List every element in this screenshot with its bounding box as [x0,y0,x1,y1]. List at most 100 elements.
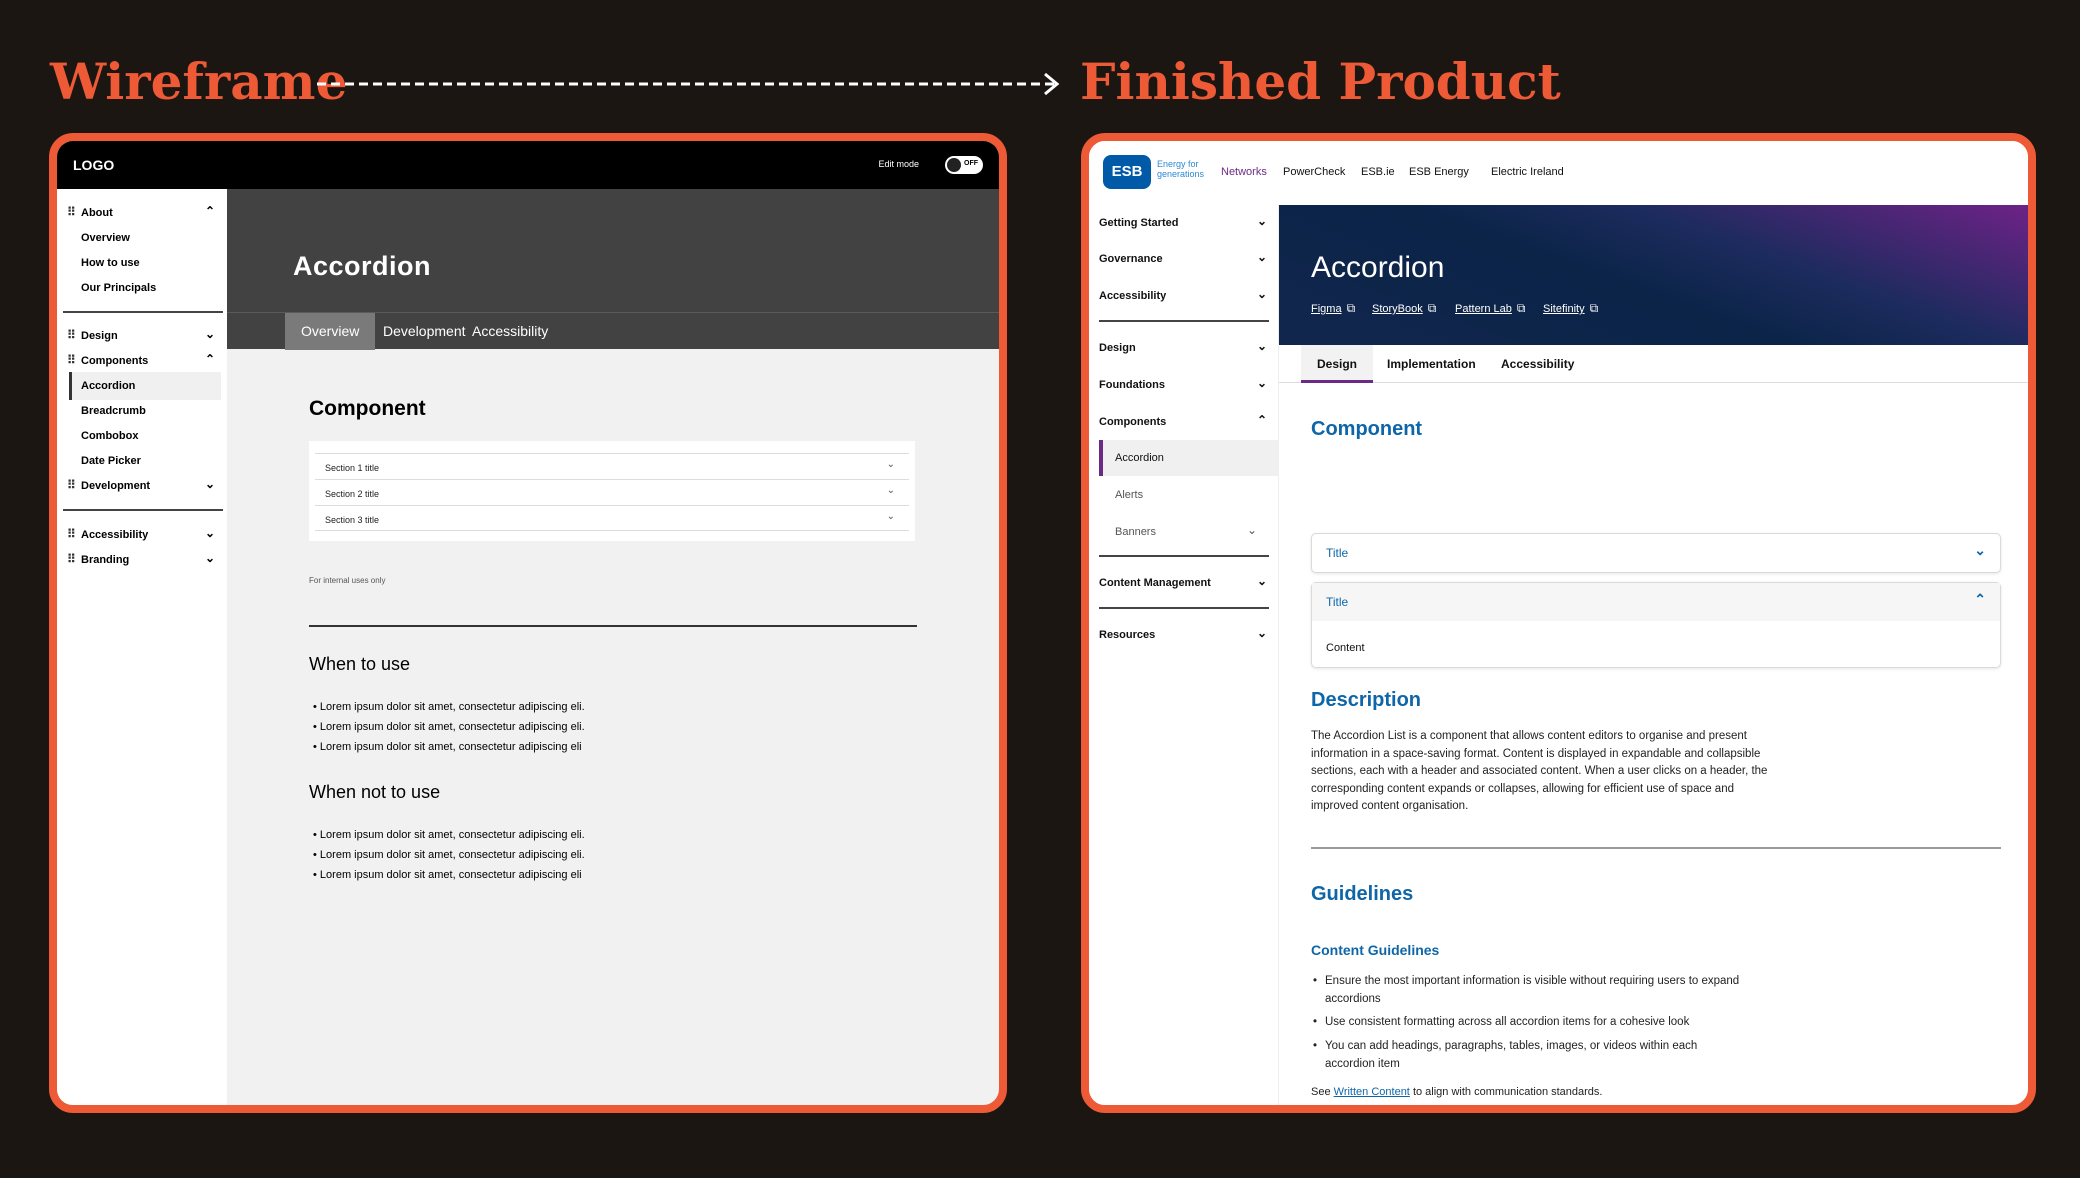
nav-networks[interactable]: Networks [1221,166,1267,178]
chevron-down-icon: ⌄ [204,551,215,565]
chevron-down-icon: ⌄ [1246,523,1257,537]
accordion-header[interactable]: Title ⌃ [1312,583,2000,621]
when-to-use-heading: When to use [309,654,411,674]
drag-handle-icon[interactable]: ⠿ [67,527,76,541]
sidebar-item-alerts[interactable]: Alerts [1089,477,1279,513]
drag-handle-icon[interactable]: ⠿ [67,478,76,492]
list-item: • You can add headings, paragraphs, table… [1313,1040,1698,1070]
wireframe-frame: LOGO Edit mode OFF ⠿ About ⌃ Overview How … [49,133,1007,1113]
sidebar-item-design[interactable]: ⠿ Design ⌄ [57,322,227,350]
written-content-link[interactable]: Written Content [1334,1086,1410,1098]
chevron-up-icon: ⌃ [1974,591,1986,607]
accordion-row[interactable]: Section 2 title ⌄ [315,479,909,505]
toggle-state-label: OFF [964,160,978,167]
sidebar-item-governance[interactable]: Governance ⌄ [1089,241,1279,277]
tab-accessibility[interactable]: Accessibility [456,313,564,350]
finished-product-frame: ESB Energy for generations Networks Powe… [1081,133,2036,1113]
chevron-down-icon: ⌄ [886,485,895,496]
list-item: • Lorem ipsum dolor sit amet, consectetu… [313,869,582,881]
accordion-item-expanded[interactable]: Title ⌃ Content [1311,582,2001,668]
sidebar-item-resources[interactable]: Resources ⌄ [1089,617,1279,653]
drag-handle-icon[interactable]: ⠿ [67,353,76,367]
sidebar-item-how-to-use[interactable]: How to use [57,249,227,277]
sidebar-item-date-picker[interactable]: Date Picker [57,447,227,475]
external-link-icon: ⧉ [1589,301,1599,315]
content-guidelines-heading: Content Guidelines [1311,942,1440,958]
external-link-icon: ⧉ [1346,301,1356,315]
accordion-content: Content [1326,642,1365,654]
sidebar-item-breadcrumb[interactable]: Breadcrumb [57,397,227,425]
list-item: • Lorem ipsum dolor sit amet, consectetu… [313,741,582,753]
internal-note: For internal uses only [309,576,386,585]
nav-powercheck[interactable]: PowerCheck [1283,166,1345,178]
tab-implementation[interactable]: Implementation [1371,345,1492,383]
logo[interactable]: LOGO [73,157,114,173]
accordion-item-collapsed[interactable]: Title ⌄ [1311,533,2001,573]
sidebar-divider [1099,320,1269,322]
sidebar-item-design[interactable]: Design ⌄ [1089,330,1279,366]
sidebar-item-banners[interactable]: Banners ⌄ [1089,514,1269,550]
sidebar-item-overview[interactable]: Overview [57,224,227,252]
drag-handle-icon[interactable]: ⠿ [67,328,76,342]
nav-esb-energy[interactable]: ESB Energy [1409,166,1469,178]
nav-esb-ie[interactable]: ESB.ie [1361,166,1395,178]
chevron-down-icon: ⌄ [1256,214,1267,228]
sidebar-item-combobox[interactable]: Combobox [57,422,227,450]
link-sitefinity[interactable]: Sitefinity ⧉ [1543,301,1598,316]
heading-wireframe: Wireframe [50,52,348,111]
dashed-arrow-icon [317,72,1060,96]
page-hero: Accordion Overview Development Accessibi… [227,189,999,350]
accordion-header[interactable]: Title ⌄ [1312,534,2000,572]
esb-logo[interactable]: ESB [1103,155,1151,189]
sidebar-item-development[interactable]: ⠿ Development ⌄ [57,472,227,500]
sidebar-item-components[interactable]: ⠿ Components ⌃ [57,347,227,375]
component-heading: Component [309,397,426,420]
chevron-up-icon: ⌃ [204,352,215,366]
tab-design[interactable]: Design [1301,345,1374,383]
nav-electric-ireland[interactable]: Electric Ireland [1491,166,1564,178]
sidebar-item-getting-started[interactable]: Getting Started ⌄ [1089,205,1279,241]
tab-bar: Design Implementation Accessibility [1279,345,2028,383]
guidelines-heading: Guidelines [1311,883,1414,905]
chevron-up-icon: ⌃ [204,204,215,218]
section-divider [309,625,917,627]
sidebar-item-accordion[interactable]: Accordion [69,372,221,400]
link-figma[interactable]: Figma ⧉ [1311,301,1355,316]
list-item: • Ensure the most important information i… [1313,975,1740,1005]
sidebar-item-about[interactable]: ⠿ About ⌃ [57,199,227,227]
esb-sidebar: Getting Started ⌄ Governance ⌄ Accessibili… [1089,205,1279,1105]
drag-handle-icon[interactable]: ⠿ [67,205,76,219]
sidebar-item-content-management[interactable]: Content Management ⌄ [1089,565,1279,601]
sidebar-item-our-principals[interactable]: Our Principals [57,274,227,302]
page-title: Accordion [1311,251,1445,284]
sidebar-item-accordion[interactable]: Accordion [1099,440,1279,476]
link-pattern-lab[interactable]: Pattern Lab ⧉ [1455,301,1525,316]
wireframe-topbar: LOGO Edit mode OFF [57,141,999,189]
accordion-preview: Section 1 title ⌄ Section 2 title ⌄ Sectio… [309,441,915,541]
sidebar-item-components[interactable]: Components ⌃ [1089,404,1279,440]
tab-overview[interactable]: Overview [285,313,376,350]
list-item: • Lorem ipsum dolor sit amet, consectetu… [313,849,585,861]
sidebar-divider [63,509,223,511]
sidebar-item-foundations[interactable]: Foundations ⌄ [1089,367,1279,403]
sidebar-item-accessibility[interactable]: ⠿ Accessibility ⌄ [57,521,227,549]
sidebar-item-branding[interactable]: ⠿ Branding ⌄ [57,546,227,574]
link-storybook[interactable]: StoryBook ⧉ [1372,301,1436,316]
description-text: The Accordion List is a component that a… [1311,730,1768,812]
edit-mode-toggle[interactable]: OFF [945,156,983,174]
sidebar-divider [1099,607,1269,609]
accordion-row[interactable]: Section 1 title ⌄ [315,453,909,479]
list-item: • Use consistent formatting across all ac… [1313,1016,1690,1028]
sidebar-divider [1099,555,1269,557]
section-divider [1311,847,2001,849]
chevron-down-icon: ⌄ [886,459,895,470]
sidebar-item-accessibility[interactable]: Accessibility ⌄ [1089,278,1279,314]
list-item: • Lorem ipsum dolor sit amet, consectetu… [313,721,585,733]
drag-handle-icon[interactable]: ⠿ [67,552,76,566]
tab-accessibility[interactable]: Accessibility [1485,345,1590,383]
see-also-text: See Written Content to align with commun… [1311,1086,1603,1098]
accordion-row[interactable]: Section 3 title ⌄ [315,505,909,531]
chevron-up-icon: ⌃ [1256,413,1267,427]
chevron-down-icon: ⌄ [204,477,215,491]
chevron-down-icon: ⌄ [1256,250,1267,264]
